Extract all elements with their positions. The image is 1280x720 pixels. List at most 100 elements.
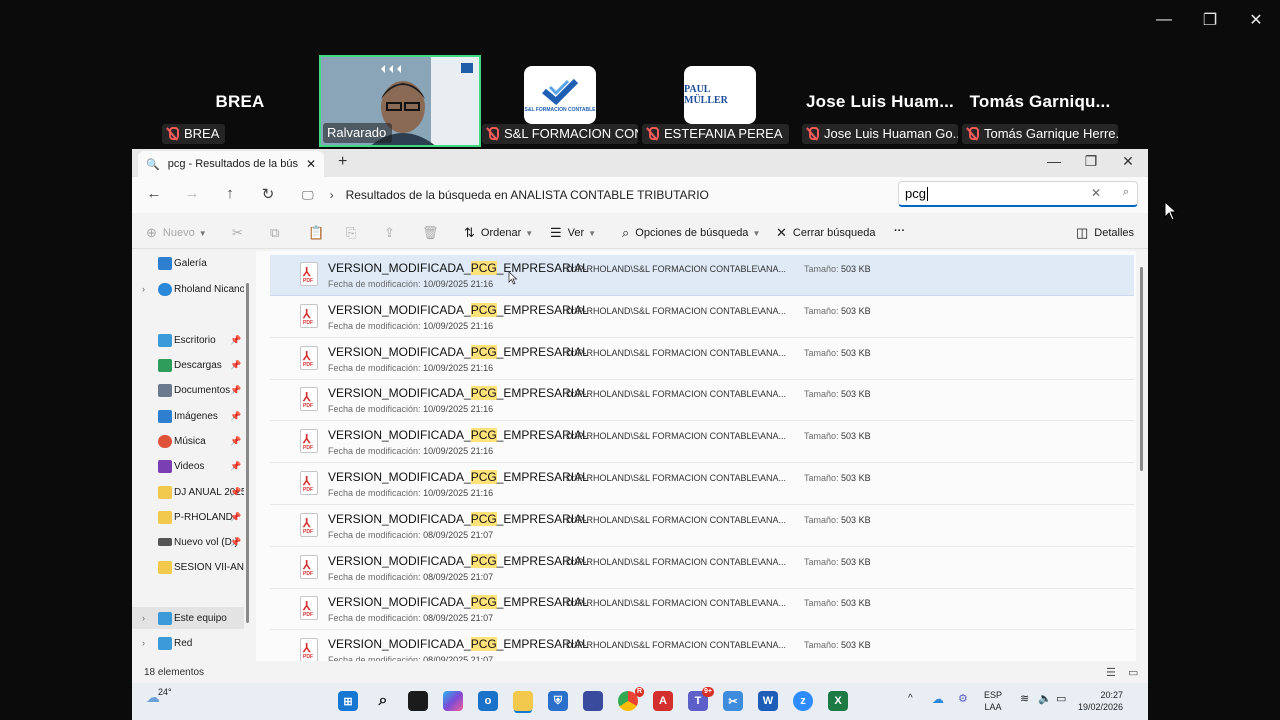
clock[interactable]: 20:27 19/02/2026 (1078, 689, 1123, 713)
nav-item-sesion-vii[interactable]: SESION VII-ANALISTA (132, 556, 244, 578)
chevron-right-icon[interactable]: › (142, 613, 145, 623)
date-value: 08/09/2025 21:07 (423, 613, 494, 624)
file-row[interactable]: ⅄ PDF VERSION_MODIFICADA_PCG_EMPRESARIAL Fe… (270, 589, 1134, 631)
chevron-right-icon[interactable]: › (142, 638, 145, 648)
view-button[interactable]: ☰ Ver ▼ (550, 225, 596, 241)
file-row[interactable]: ⅄ PDF VERSION_MODIFICADA_PCG_EMPRESARIAL Fe… (270, 548, 1134, 589)
teams-icon[interactable]: T 9+ (688, 687, 714, 711)
tab-search-results[interactable]: 🔍 pcg - Resultados de la búsqueda ✕ (138, 151, 324, 177)
file-row[interactable]: ⅄ PDF VERSION_MODIFICADA_PCG_EMPRESARIAL Fe… (270, 297, 1134, 338)
paste-button[interactable]: 📋 (308, 225, 330, 241)
nav-item-red[interactable]: › Red (132, 632, 244, 654)
refresh-icon[interactable]: ↻ (258, 185, 278, 203)
excel-icon[interactable]: X (828, 691, 848, 711)
file-row[interactable]: ⅄ PDF VERSION_MODIFICADA_PCG_EMPRESARIAL Fe… (270, 464, 1134, 505)
file-row[interactable]: ⅄ PDF VERSION_MODIFICADA_PCG_EMPRESARIAL Fe… (270, 339, 1134, 380)
file-row[interactable]: ⅄ PDF VERSION_MODIFICADA_PCG_EMPRESARIAL Fe… (270, 380, 1134, 422)
nav-item-documentos[interactable]: Documentos 📌 (132, 379, 244, 401)
nav-item-este-equipo[interactable]: › Este equipo (132, 607, 244, 629)
new-tab-button[interactable]: + (338, 153, 347, 171)
search-icon[interactable]: ⌕ (1123, 186, 1129, 199)
battery-icon[interactable]: ▭ (1056, 693, 1066, 705)
taskbar: ☁ 24° ⊞ ⌕ o ⛨ R A T 9+ ✂ W z X ^ ☁ ⚙ ESP … (132, 683, 1148, 720)
nav-item-imagenes[interactable]: Imágenes 📌 (132, 405, 244, 427)
nav-item-dj-anual[interactable]: DJ ANUAL 2025 📌 (132, 481, 244, 503)
search-options-button[interactable]: ⌕ Opciones de búsqueda ▼ (622, 225, 760, 241)
acrobat-icon[interactable]: A (653, 691, 673, 711)
tiles-view-icon[interactable]: ▭ (1128, 666, 1138, 679)
rename-button[interactable]: ⎘ (346, 225, 362, 241)
nav-item-p-rholand[interactable]: P-RHOLAND 📌 (132, 506, 244, 528)
nav-item-musica[interactable]: Música 📌 (132, 430, 244, 452)
chrome-icon[interactable]: R (618, 687, 644, 711)
address-bar[interactable]: 🖵 › Resultados de la búsqueda en ANALIST… (292, 181, 886, 209)
meeting-restore-button[interactable]: ❐ (1198, 8, 1222, 32)
file-path: D:\P-RHOLAND\S&L FORMACION CONTABLE\ANA.… (566, 514, 787, 525)
security-icon[interactable]: ⛨ (548, 691, 568, 711)
delete-button[interactable]: 🗑 (422, 225, 445, 241)
nav-item-escritorio[interactable]: Escritorio 📌 (132, 329, 244, 351)
word-icon[interactable]: W (758, 691, 778, 711)
nav-item-galeria[interactable]: Galería (132, 252, 244, 274)
meeting-close-button[interactable]: ✕ (1244, 8, 1268, 32)
taskview-icon[interactable] (408, 691, 428, 711)
language-indicator[interactable]: ESP LAA (984, 689, 1002, 713)
file-row[interactable]: ⅄ PDF VERSION_MODIFICADA_PCG_EMPRESARIAL Fe… (270, 422, 1134, 464)
list-scrollbar[interactable] (1140, 267, 1143, 471)
onedrive-tray-icon[interactable]: ☁ (932, 693, 944, 705)
participant-tile-jose-luis[interactable]: Jose Luis Huam... Jose Luis Huaman Go... (800, 56, 960, 146)
participant-tile-active-speaker[interactable]: Ralvarado (319, 55, 481, 147)
start-icon[interactable]: ⊞ (338, 691, 358, 711)
date-label: Fecha de modificación: (328, 446, 421, 457)
outlook-icon[interactable]: o (478, 691, 498, 711)
date-label: Fecha de modificación: (328, 404, 421, 415)
meeting-tray-icon[interactable]: ⚙ (958, 693, 968, 705)
participant-tile-brea[interactable]: BREA BREA (160, 56, 320, 146)
pdf-file-icon: ⅄ PDF (300, 638, 318, 661)
search-icon[interactable]: ⌕ (373, 691, 393, 711)
close-search-button[interactable]: ✕ Cerrar búsqueda (776, 225, 875, 241)
weather-widget[interactable]: ☁ 24° (146, 687, 172, 706)
chevron-right-icon[interactable]: › (142, 284, 145, 294)
file-name: VERSION_MODIFICADA_PCG_EMPRESARIAL (328, 428, 589, 443)
nav-item-onedrive[interactable]: › Rholand Nicanor (132, 278, 244, 300)
participant-tile-sl[interactable]: S&L FORMACION CONTABLE S&L FORMACION CON… (480, 56, 640, 146)
explorer-close-button[interactable]: ✕ (1118, 153, 1138, 170)
zoom-icon[interactable]: z (793, 691, 813, 711)
size-value: 503 KB (841, 431, 871, 442)
meeting-minimize-button[interactable]: — (1152, 8, 1176, 32)
volume-icon[interactable]: 🔈 (1038, 693, 1052, 705)
nav-item-videos[interactable]: Videos 📌 (132, 455, 244, 477)
copilot-icon[interactable] (443, 691, 463, 711)
copy-button[interactable]: ⧉ (270, 225, 285, 241)
more-options-button[interactable]: ··· (894, 225, 905, 237)
file-row[interactable]: ⅄ PDF VERSION_MODIFICADA_PCG_EMPRESARIAL Fe… (270, 506, 1134, 547)
back-icon[interactable]: ← (144, 185, 164, 202)
sort-button[interactable]: ⇅ Ordenar ▼ (464, 225, 533, 241)
nav-scrollbar[interactable] (246, 283, 249, 623)
explorer-minimize-button[interactable]: — (1044, 153, 1064, 169)
nav-item-descargas[interactable]: Descargas 📌 (132, 354, 244, 376)
forward-icon[interactable]: → (182, 185, 202, 202)
participant-tile-tomas[interactable]: Tomás Garniqu... Tomás Garnique Herre... (960, 56, 1120, 146)
explorer-maximize-button[interactable]: ❐ (1081, 153, 1101, 170)
file-explorer-icon[interactable] (513, 691, 533, 711)
file-row[interactable]: ⅄ PDF VERSION_MODIFICADA_PCG_EMPRESARIAL Fe… (270, 631, 1134, 661)
nav-item-nuevo-vol[interactable]: Nuevo vol (D:) 📌 (132, 531, 244, 553)
search-input[interactable]: pcg ✕ ⌕ (898, 181, 1138, 207)
tab-title: pcg - Resultados de la búsqueda (167, 158, 298, 170)
clear-search-icon[interactable]: ✕ (1091, 186, 1101, 200)
share-button[interactable]: ⇪ (384, 225, 401, 241)
close-tab-icon[interactable]: ✕ (306, 157, 316, 171)
snipping-icon[interactable]: ✂ (723, 691, 743, 711)
show-hidden-icons-icon[interactable]: ^ (908, 693, 913, 705)
new-button[interactable]: ⊕ Nuevo ▼ (146, 225, 207, 241)
details-view-icon[interactable]: ☰ (1106, 666, 1116, 679)
participant-tile-estefania[interactable]: PAUL MÜLLER ESTEFANIA PEREA (640, 56, 800, 146)
wifi-icon[interactable]: ≋ (1020, 693, 1029, 705)
details-button[interactable]: ◫ Detalles (1076, 225, 1134, 241)
up-icon[interactable]: ↑ (220, 185, 240, 202)
cut-button[interactable]: ✂ (232, 225, 249, 241)
remote-icon[interactable] (583, 691, 603, 711)
file-row[interactable]: ⅄ PDF VERSION_MODIFICADA_PCG_EMPRESARIAL Fe… (270, 255, 1134, 296)
